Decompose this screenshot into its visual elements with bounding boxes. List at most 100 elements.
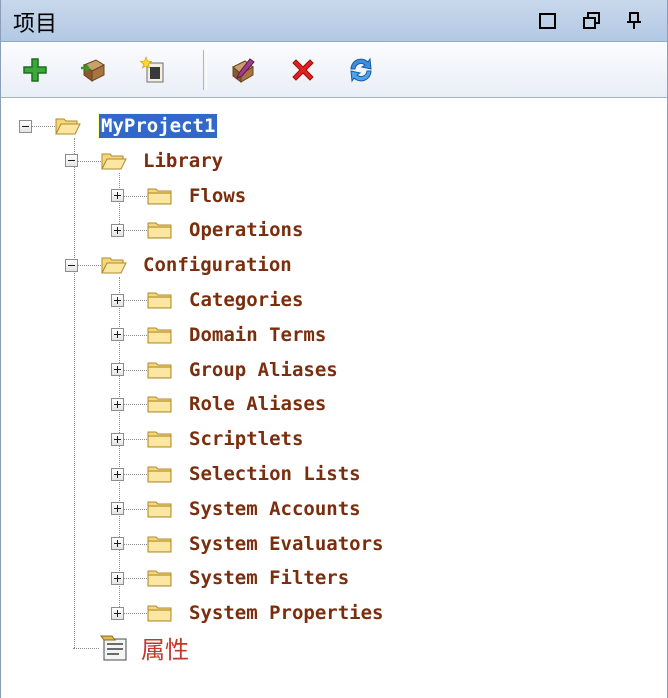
add-button[interactable] xyxy=(19,54,51,86)
project-panel: 项目 MyProject1 Library Flows Operations C… xyxy=(0,0,668,698)
folder-icon xyxy=(147,536,172,553)
tree-node-system-properties[interactable]: System Properties xyxy=(189,601,383,625)
expander-library[interactable] xyxy=(64,154,78,168)
toolbar xyxy=(1,42,667,98)
tree-connector xyxy=(78,160,101,162)
tree-connector xyxy=(124,334,147,336)
tree-connector xyxy=(124,230,147,232)
tree-connector xyxy=(73,138,75,648)
expander-minus-bar xyxy=(21,125,29,127)
edit-button[interactable] xyxy=(227,54,259,86)
refresh-icon xyxy=(350,57,372,83)
tree-node-domain-terms[interactable]: Domain Terms xyxy=(189,323,326,347)
tree-node-configuration[interactable]: Configuration xyxy=(143,253,292,277)
expander-system-accounts[interactable] xyxy=(110,502,124,516)
tree-connector xyxy=(124,613,147,615)
expander-plus-bar xyxy=(116,470,118,478)
add-icon xyxy=(23,58,47,82)
folder-icon xyxy=(147,605,172,622)
expander-minus-bar xyxy=(67,264,75,266)
panel-titlebar: 项目 xyxy=(1,0,667,42)
tree-connector xyxy=(124,474,147,475)
tree-node-system-filters[interactable]: System Filters xyxy=(189,566,349,590)
tree-node-group-aliases[interactable]: Group Aliases xyxy=(189,358,338,382)
folder-open-icon xyxy=(101,153,127,170)
expander-plus-bar xyxy=(116,331,118,339)
edit-icon xyxy=(232,58,255,83)
toolbar-separator xyxy=(203,50,207,90)
expander-system-properties[interactable] xyxy=(110,606,124,620)
folder-open-icon xyxy=(101,257,127,274)
tree-node-role-aliases[interactable]: Role Aliases xyxy=(189,392,326,416)
expander-plus-bar xyxy=(116,435,118,443)
expander-system-filters[interactable] xyxy=(110,571,124,585)
tree-node-selection-lists[interactable]: Selection Lists xyxy=(189,462,361,486)
pin-button[interactable] xyxy=(621,8,647,34)
expander-plus-bar xyxy=(116,505,118,513)
expander-minus-bar xyxy=(67,160,75,162)
expander-plus-bar xyxy=(116,296,118,304)
folder-icon xyxy=(147,431,172,448)
folder-icon xyxy=(147,396,172,413)
tree-node-flows[interactable]: Flows xyxy=(189,184,246,208)
folder-icon xyxy=(147,327,172,344)
tree-connector xyxy=(124,369,147,371)
tree-connector xyxy=(124,300,147,301)
folder-icon xyxy=(147,362,172,379)
expander-plus-bar xyxy=(116,366,118,374)
expander-plus-bar xyxy=(116,574,118,582)
import-icon xyxy=(81,59,106,82)
maximize-button[interactable] xyxy=(535,8,561,34)
expander-domain-terms[interactable] xyxy=(110,328,124,342)
delete-button[interactable] xyxy=(287,54,319,86)
delete-icon xyxy=(292,59,314,81)
tree-node-properties[interactable]: 属性 xyxy=(141,638,189,662)
expander-operations[interactable] xyxy=(110,223,124,237)
maximize-icon xyxy=(539,13,556,29)
expander-plus-bar xyxy=(116,540,118,548)
tree-connector xyxy=(32,126,55,127)
new-item-icon xyxy=(139,56,164,83)
restore-icon xyxy=(583,12,600,29)
tree-node-system-accounts[interactable]: System Accounts xyxy=(189,497,361,521)
tree-connector xyxy=(124,404,147,406)
expander-plus-bar xyxy=(116,226,118,234)
expander-role-aliases[interactable] xyxy=(110,397,124,411)
folder-open-icon xyxy=(55,118,81,135)
expander-group-aliases[interactable] xyxy=(110,363,124,377)
expander-flows[interactable] xyxy=(110,189,124,203)
folder-icon xyxy=(147,188,172,205)
folder-icon xyxy=(147,466,172,483)
expander-plus-bar xyxy=(116,609,118,617)
expander-plus-bar xyxy=(116,400,118,408)
expander-scriptlets[interactable] xyxy=(110,432,124,446)
import-button[interactable] xyxy=(77,54,109,86)
properties-icon xyxy=(100,635,127,661)
refresh-button[interactable] xyxy=(345,54,377,86)
tree-node-myproject1[interactable]: MyProject1 xyxy=(97,113,219,139)
tree-connector xyxy=(124,439,147,441)
tree-connector xyxy=(124,508,147,510)
expander-system-evaluators[interactable] xyxy=(110,537,124,551)
tree-node-system-evaluators[interactable]: System Evaluators xyxy=(189,532,383,556)
folder-icon xyxy=(147,292,172,309)
pin-icon xyxy=(627,12,641,29)
tree-node-library[interactable]: Library xyxy=(143,149,223,173)
expander-plus-bar xyxy=(116,192,118,200)
tree-node-categories[interactable]: Categories xyxy=(189,288,303,312)
tree-connector xyxy=(124,543,147,545)
tree-node-operations[interactable]: Operations xyxy=(189,218,303,242)
project-tree: MyProject1 Library Flows Operations Configur… xyxy=(1,98,667,698)
panel-title: 项目 xyxy=(13,12,58,37)
folder-icon xyxy=(147,570,172,587)
expander-myproject1[interactable] xyxy=(18,119,32,133)
tree-connector xyxy=(78,265,101,267)
folder-icon xyxy=(147,501,172,518)
expander-categories[interactable] xyxy=(110,293,124,307)
new-item-button[interactable] xyxy=(137,54,169,86)
tree-node-scriptlets[interactable]: Scriptlets xyxy=(189,427,303,451)
restore-button[interactable] xyxy=(579,8,605,34)
tree-connector xyxy=(124,578,147,580)
expander-selection-lists[interactable] xyxy=(110,467,124,481)
expander-configuration[interactable] xyxy=(64,258,78,272)
